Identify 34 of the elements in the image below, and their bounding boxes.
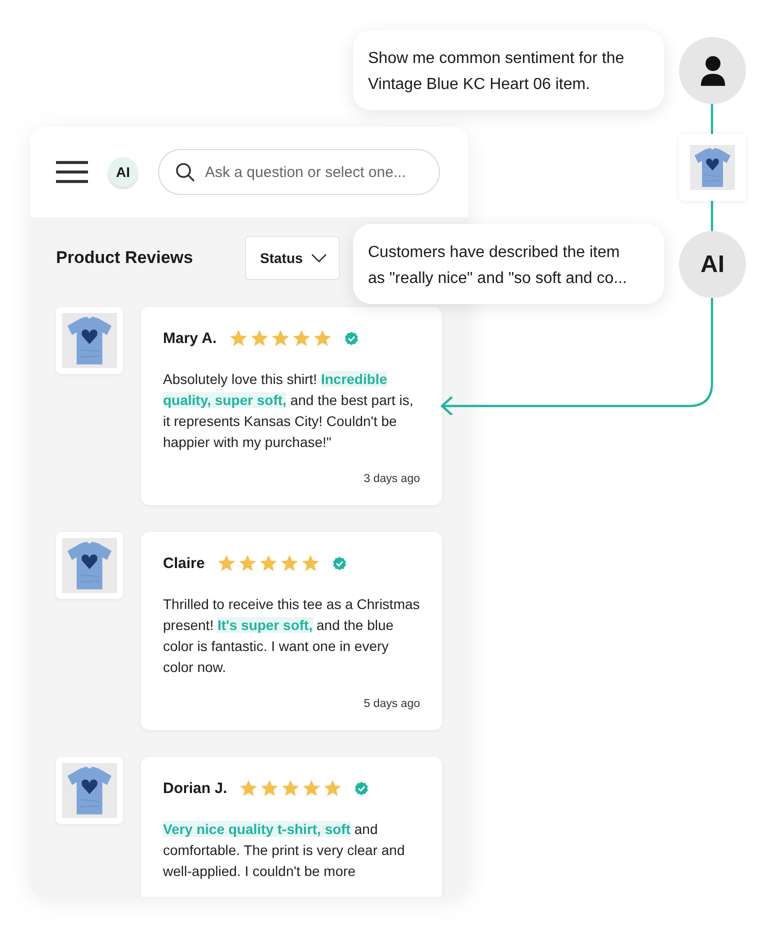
star-icon [260, 778, 280, 798]
ai-avatar: AI [679, 231, 746, 298]
star-icon [300, 554, 320, 572]
star-icon [250, 328, 269, 348]
star-icon [216, 554, 236, 572]
star-icon [258, 554, 278, 572]
caret-icon [310, 253, 327, 263]
reviewer-name: Mary A. [163, 330, 217, 346]
reviewer-name: Dorian J. [163, 780, 228, 796]
star-icon [228, 328, 248, 348]
search-icon [175, 162, 195, 182]
reviewer-name: Claire [163, 554, 205, 572]
star-icon [281, 778, 300, 798]
review-text: Absolutely love this shirt! Incredible quality, super soft, and the best part is, it represents Kansas City! Couldn't be happier with my purchase!" [163, 370, 414, 452]
star-icon [323, 778, 342, 798]
star-icon [239, 778, 258, 798]
star-icon [270, 328, 290, 348]
review-text: Thrilled to receive this tee as a Christmas present! It's super soft, and the blue color is fantastic. I want one in every color now. [163, 595, 420, 677]
review-text: Very nice quality t-shirt, soft and comfortable. The print is very clear and well-applied. I couldn't be more [163, 820, 406, 881]
review-time: 5 days ago [364, 698, 420, 710]
ai-badge: AI [108, 157, 138, 187]
person-icon [698, 54, 726, 86]
star-icon [302, 778, 322, 798]
star-icon [292, 328, 311, 348]
star-icon [280, 554, 299, 572]
section-title: Product Reviews [56, 248, 193, 268]
user-message: Show me common sentiment for the Vintage Blue KC Heart 06 item. [353, 30, 664, 110]
search-field[interactable]: Ask a question or select one... [158, 149, 440, 195]
menu-icon[interactable] [56, 160, 88, 184]
star-icon [238, 554, 257, 572]
status-dropdown[interactable]: Status [245, 236, 340, 280]
review-time: 3 days ago [364, 473, 420, 485]
star-icon [312, 328, 332, 348]
ai-message: Customers have described the item as "really nice" and "so soft and co... [353, 224, 664, 304]
